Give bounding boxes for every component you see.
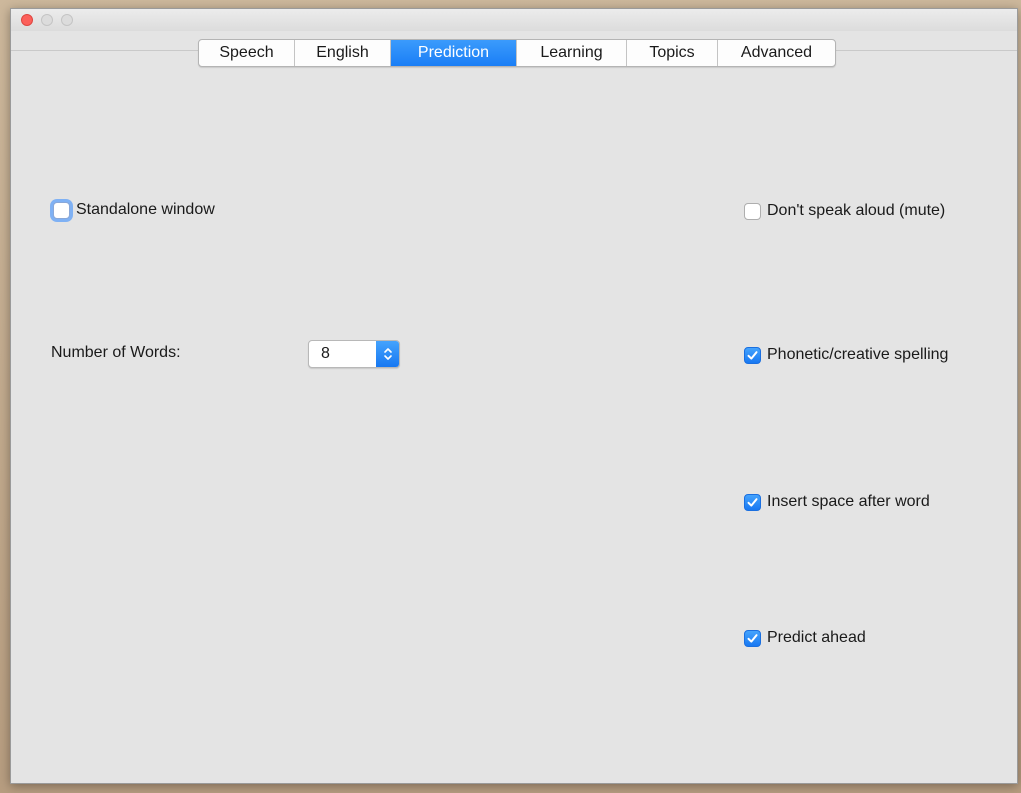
preferences-window: Speech English Prediction Learning Topic… (10, 8, 1018, 784)
zoom-window-button[interactable] (61, 14, 73, 26)
mute-option[interactable]: Don't speak aloud (mute) (744, 200, 945, 222)
title-bar[interactable] (11, 9, 1017, 31)
tab-advanced[interactable]: Advanced (718, 40, 835, 66)
insert-space-label: Insert space after word (767, 493, 930, 510)
minimize-window-button[interactable] (41, 14, 53, 26)
tab-prediction[interactable]: Prediction (391, 40, 517, 66)
insert-space-checkbox[interactable] (744, 493, 761, 511)
standalone-window-label: Standalone window (76, 201, 215, 218)
checkmark-icon (747, 350, 758, 360)
tab-speech[interactable]: Speech (199, 40, 295, 66)
phonetic-spelling-option[interactable]: Phonetic/creative spelling (744, 344, 948, 366)
predict-ahead-checkbox[interactable] (744, 629, 761, 647)
chevron-up-down-icon[interactable] (376, 341, 399, 367)
preferences-tab-bar: Speech English Prediction Learning Topic… (198, 39, 836, 67)
number-of-words-value: 8 (321, 345, 330, 362)
predict-ahead-option[interactable]: Predict ahead (744, 627, 866, 649)
close-window-button[interactable] (21, 14, 33, 26)
tab-english[interactable]: English (295, 40, 391, 66)
standalone-window-checkbox[interactable] (53, 201, 70, 219)
insert-space-option[interactable]: Insert space after word (744, 491, 930, 513)
number-of-words-label: Number of Words: (51, 344, 181, 361)
checkmark-icon (747, 633, 758, 643)
tab-topics[interactable]: Topics (627, 40, 718, 66)
tab-learning[interactable]: Learning (517, 40, 627, 66)
checkmark-icon (747, 497, 758, 507)
mute-label: Don't speak aloud (mute) (767, 202, 946, 219)
number-of-words-select[interactable]: 8 (308, 340, 400, 368)
standalone-window-option[interactable]: Standalone window (53, 199, 215, 221)
phonetic-spelling-label: Phonetic/creative spelling (767, 346, 949, 363)
mute-checkbox[interactable] (744, 202, 761, 220)
phonetic-spelling-checkbox[interactable] (744, 346, 761, 364)
predict-ahead-label: Predict ahead (767, 629, 866, 646)
